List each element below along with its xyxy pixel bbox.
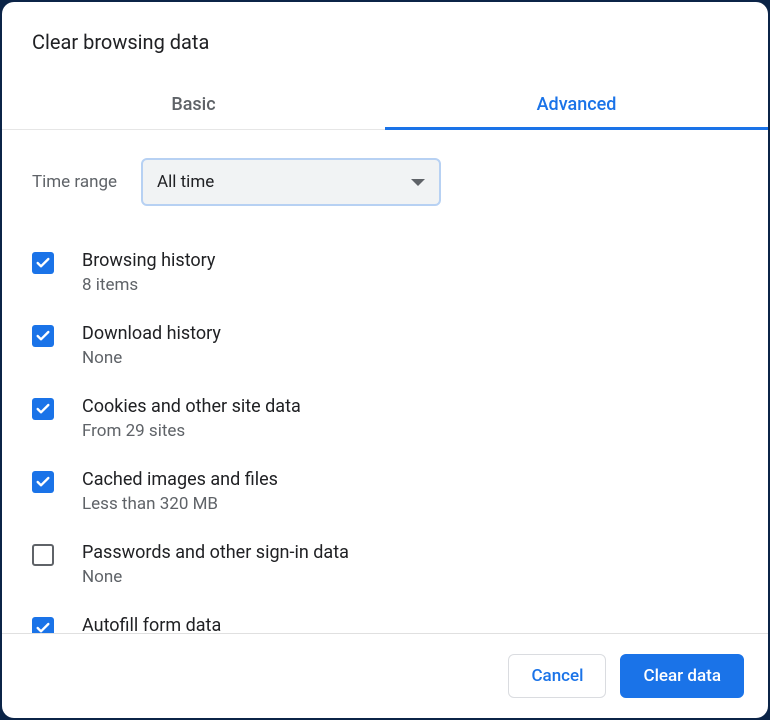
- item-texts: Autofill form data: [82, 615, 221, 633]
- item-subtitle: Less than 320 MB: [82, 494, 278, 514]
- cancel-button-label: Cancel: [531, 666, 583, 686]
- list-item: Autofill form data: [32, 601, 738, 633]
- list-item: Browsing history 8 items: [32, 236, 738, 309]
- item-subtitle: None: [82, 348, 221, 368]
- item-subtitle: From 29 sites: [82, 421, 301, 441]
- item-title: Cookies and other site data: [82, 396, 301, 417]
- item-subtitle: None: [82, 567, 349, 587]
- cancel-button[interactable]: Cancel: [508, 654, 606, 698]
- item-subtitle: 8 items: [82, 275, 215, 295]
- clear-data-button[interactable]: Clear data: [620, 654, 744, 698]
- item-title: Download history: [82, 323, 221, 344]
- item-title: Browsing history: [82, 250, 215, 271]
- tab-advanced[interactable]: Advanced: [385, 80, 768, 129]
- item-title: Autofill form data: [82, 615, 221, 633]
- dialog-footer: Cancel Clear data: [2, 633, 768, 718]
- tab-bar: Basic Advanced: [2, 80, 768, 130]
- clear-data-items: Browsing history 8 items Download history N…: [32, 230, 738, 633]
- dialog-header: Clear browsing data: [2, 2, 768, 66]
- tab-basic-label: Basic: [171, 94, 215, 115]
- chevron-down-icon: [411, 179, 425, 186]
- time-range-select[interactable]: All time: [141, 158, 441, 206]
- tab-basic[interactable]: Basic: [2, 80, 385, 129]
- checkbox[interactable]: [32, 544, 54, 566]
- checkbox[interactable]: [32, 398, 54, 420]
- item-texts: Download history None: [82, 323, 221, 368]
- item-texts: Browsing history 8 items: [82, 250, 215, 295]
- clear-browsing-data-dialog: Clear browsing data Basic Advanced Time …: [2, 2, 768, 718]
- dialog-title: Clear browsing data: [32, 30, 738, 54]
- list-item: Cookies and other site data From 29 sites: [32, 382, 738, 455]
- checkbox[interactable]: [32, 252, 54, 274]
- item-texts: Cached images and files Less than 320 MB: [82, 469, 278, 514]
- checkbox[interactable]: [32, 617, 54, 633]
- time-range-value: All time: [157, 172, 214, 192]
- checkbox[interactable]: [32, 471, 54, 493]
- item-texts: Passwords and other sign-in data None: [82, 542, 349, 587]
- clear-data-button-label: Clear data: [643, 666, 721, 686]
- checkbox[interactable]: [32, 325, 54, 347]
- time-range-row: Time range All time: [32, 130, 738, 230]
- list-item: Cached images and files Less than 320 MB: [32, 455, 738, 528]
- tab-advanced-label: Advanced: [537, 94, 617, 115]
- list-item: Download history None: [32, 309, 738, 382]
- time-range-label: Time range: [32, 172, 117, 192]
- item-title: Cached images and files: [82, 469, 278, 490]
- item-texts: Cookies and other site data From 29 sites: [82, 396, 301, 441]
- list-item: Passwords and other sign-in data None: [32, 528, 738, 601]
- dialog-content[interactable]: Time range All time Browsing history 8 it…: [2, 130, 768, 633]
- item-title: Passwords and other sign-in data: [82, 542, 349, 563]
